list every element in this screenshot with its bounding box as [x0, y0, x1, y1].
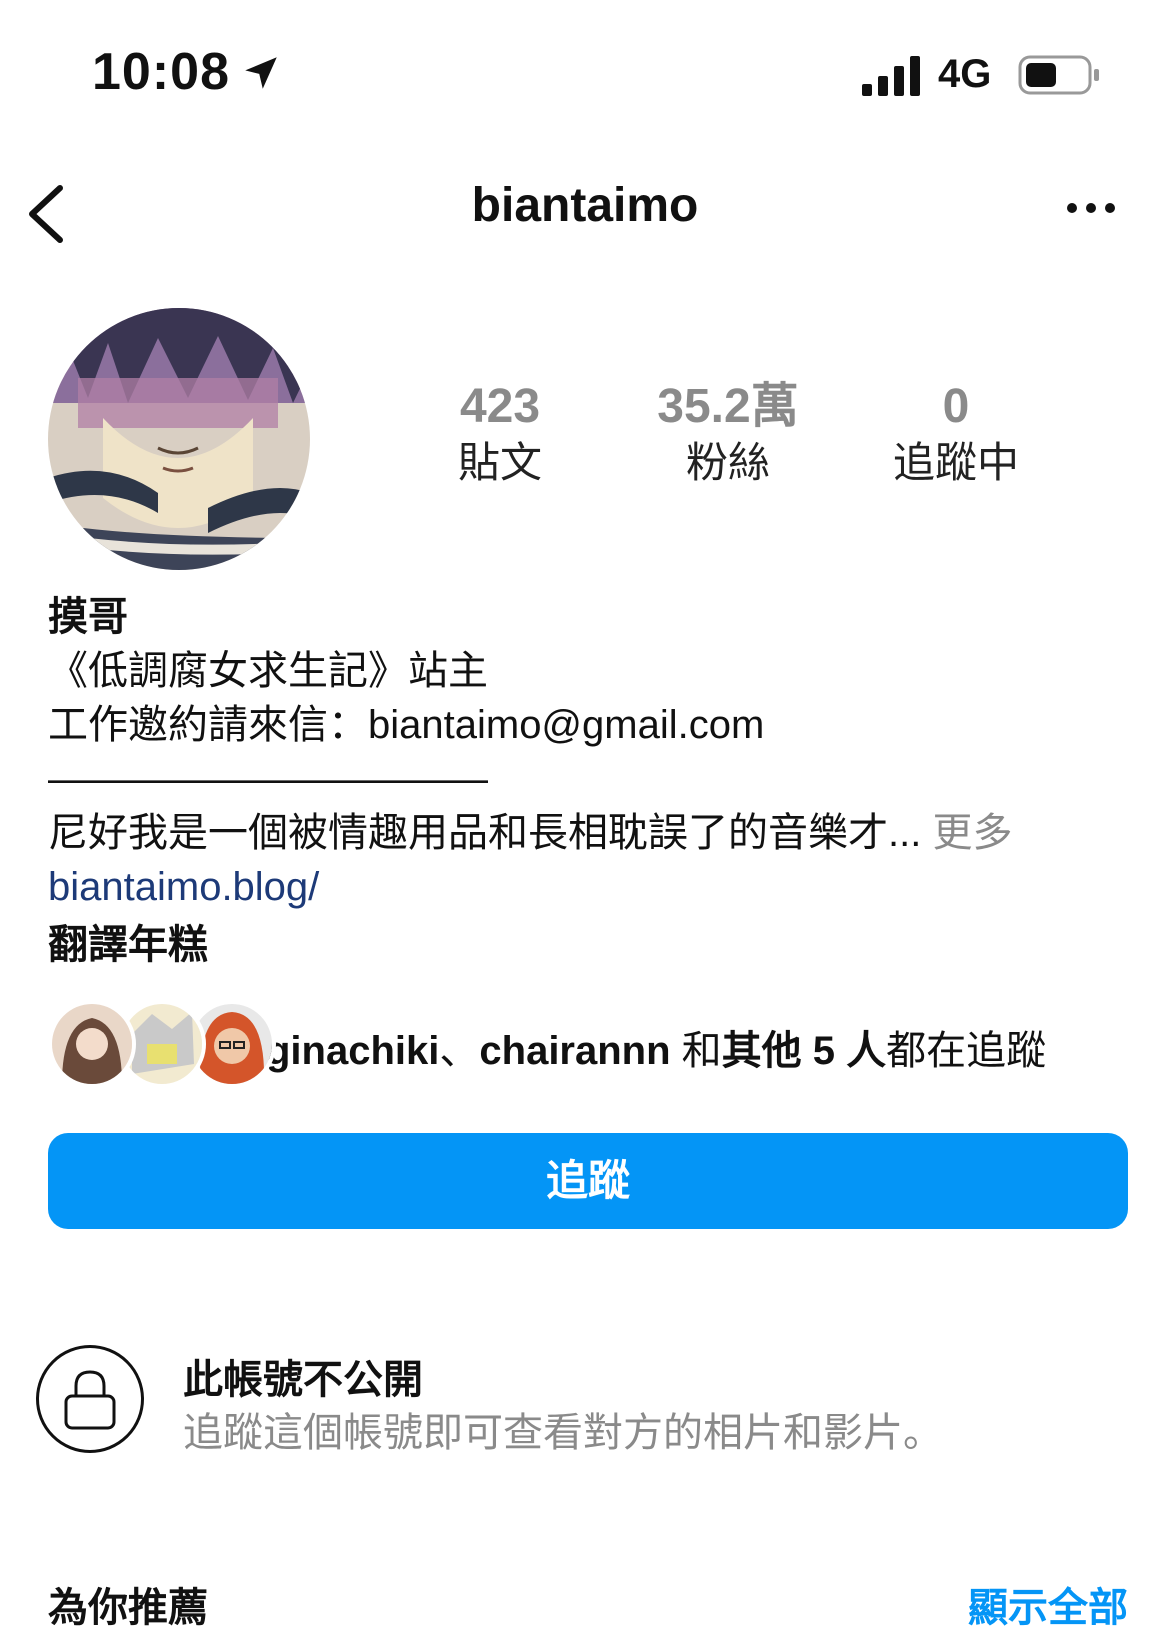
- mutual-avatar: [48, 1000, 136, 1088]
- mutual-user-2: chairannn: [479, 1029, 671, 1073]
- mutual-followers[interactable]: ginachiki、chairannn 和其他 5 人都在追蹤: [48, 1000, 1138, 1090]
- battery-icon: [1018, 55, 1099, 95]
- follow-button[interactable]: 追蹤: [48, 1133, 1128, 1229]
- stat-followers[interactable]: 35.2萬 粉絲: [608, 380, 848, 490]
- stat-posts[interactable]: 423 貼文: [380, 380, 620, 490]
- stat-posts-count: 423: [459, 380, 541, 433]
- bio-more-link[interactable]: 更多: [921, 811, 1012, 855]
- profile-username-title: biantaimo: [471, 179, 699, 232]
- stat-followers-label: 粉絲: [685, 439, 770, 486]
- more-options-icon[interactable]: [1066, 200, 1116, 216]
- mutual-suffix: 都在追蹤: [886, 1029, 1047, 1073]
- translate-link[interactable]: 翻譯年糕: [48, 918, 1138, 972]
- website-link[interactable]: biantaimo.blog/: [48, 860, 1138, 914]
- stat-following[interactable]: 0 追蹤中: [836, 380, 1076, 490]
- mutual-and: 和: [670, 1029, 722, 1073]
- bio-line: 《低調腐女求生記》站主: [48, 649, 488, 693]
- bio-line: 工作邀約請來信：biantaimo@gmail.com: [48, 703, 765, 747]
- stat-following-count: 0: [942, 380, 970, 433]
- private-title: 此帳號不公開: [183, 1358, 423, 1402]
- mutual-others: 其他 5 人: [721, 1029, 887, 1073]
- mutual-separator: 、: [439, 1029, 480, 1073]
- private-subtitle: 追蹤這個帳號即可查看對方的相片和影片。: [183, 1411, 943, 1455]
- profile-bio: 摸哥 《低調腐女求生記》站主 工作邀約請來信：biantaimo@gmail.c…: [48, 590, 1138, 972]
- profile-stats: 423 貼文 35.2萬 粉絲 0 追蹤中: [440, 380, 1130, 490]
- network-type: 4G: [938, 52, 992, 96]
- stat-following-label: 追蹤中: [892, 439, 1019, 486]
- mutual-user-1: ginachiki: [266, 1029, 440, 1073]
- show-all-link[interactable]: 顯示全部: [968, 1575, 1128, 1633]
- bio-line-text: 尼好我是一個被情趣用品和長相耽誤了的音樂才...: [48, 811, 922, 855]
- location-arrow-icon: [245, 57, 277, 89]
- profile-display-name: 摸哥: [48, 595, 128, 639]
- mutual-followers-text: ginachiki、chairannn 和其他 5 人都在追蹤: [266, 1018, 1046, 1076]
- status-bar: 10:08 4G: [0, 0, 1170, 150]
- nav-bar: biantaimo: [0, 160, 1170, 260]
- stat-posts-label: 貼文: [457, 439, 542, 486]
- cellular-signal-icon: [862, 56, 920, 96]
- stat-followers-count: 35.2萬: [657, 380, 799, 433]
- suggested-title: 為你推薦: [48, 1586, 208, 1630]
- private-account-notice: 此帳號不公開 追蹤這個帳號即可查看對方的相片和影片。: [36, 1345, 1136, 1455]
- lock-icon: [36, 1345, 144, 1453]
- bio-line: ———————————: [48, 757, 488, 801]
- status-time: 10:08: [92, 43, 230, 101]
- profile-avatar[interactable]: [48, 308, 310, 570]
- profile-avatar-illustration: [48, 308, 310, 570]
- bio-line-truncated: 尼好我是一個被情趣用品和長相耽誤了的音樂才... 更多: [48, 806, 1138, 860]
